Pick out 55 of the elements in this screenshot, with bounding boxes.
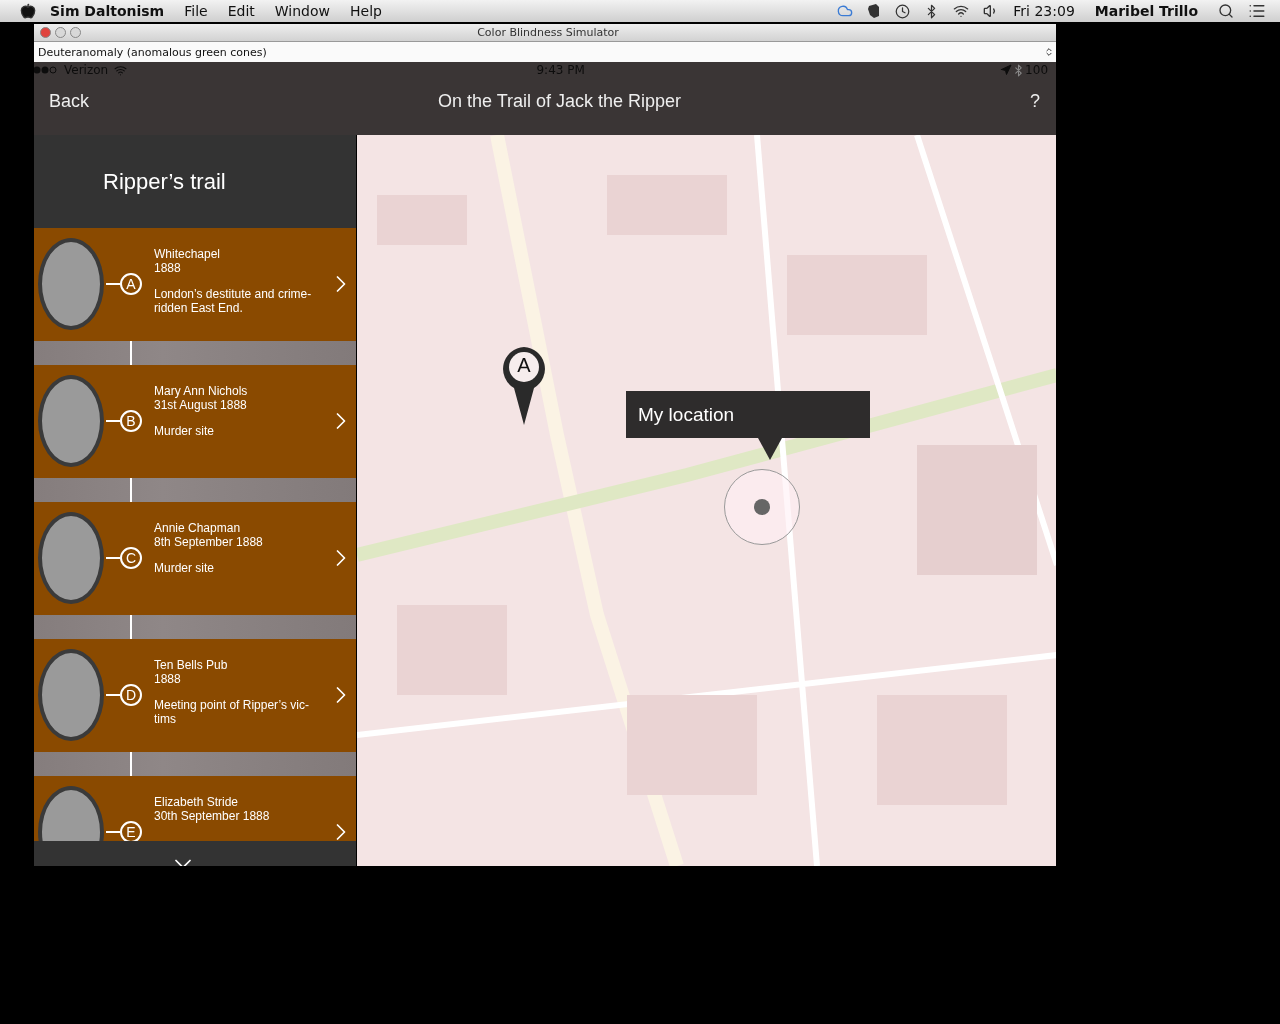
item-title: Annie Chapman: [154, 521, 242, 535]
mode-select[interactable]: Deuteranomaly (anomalous green cones): [34, 42, 1056, 62]
item-description: Murder site: [154, 561, 216, 575]
back-link[interactable]: Back: [49, 91, 90, 112]
connector-line: [106, 420, 120, 422]
item-title: Whitechapel: [154, 247, 222, 261]
item-description: Meeting point of Ripper’s vic-tims: [154, 698, 310, 726]
item-date: 8th September 1888: [154, 535, 264, 549]
trail-item[interactable]: C Annie Chapman 8th September 1888 Murder site: [34, 502, 356, 615]
close-button[interactable]: [40, 27, 51, 38]
menu-item[interactable]: File: [184, 3, 208, 19]
wifi-icon: [114, 63, 128, 77]
trail-marker: C: [120, 547, 142, 569]
connector-line: [106, 694, 120, 696]
connector-line: [106, 283, 120, 285]
connector-line: [106, 831, 120, 833]
clock-icon[interactable]: [895, 3, 911, 19]
menu-item[interactable]: Help: [350, 3, 382, 19]
trail-marker: D: [120, 684, 142, 706]
item-date: 31st August 1888: [154, 398, 248, 412]
item-title: Elizabeth Stride: [154, 795, 240, 809]
help-link[interactable]: ?: [1030, 91, 1040, 112]
wifi-icon[interactable]: [953, 3, 970, 19]
trail-item[interactable]: B Mary Ann Nichols 31st August 1888 Murder site: [34, 365, 356, 478]
item-title: Ten Bells Pub: [154, 658, 229, 672]
menu-item[interactable]: Window: [274, 3, 330, 19]
trail-marker: E: [120, 821, 142, 841]
item-date: 1888: [154, 672, 182, 686]
item-description: London’s destitute and crime-ridden East End.: [154, 287, 313, 315]
item-date: 1888: [154, 261, 182, 275]
stepper-icon: [1044, 47, 1054, 57]
minimize-button[interactable]: [55, 27, 66, 38]
list-icon[interactable]: [1248, 2, 1266, 20]
callout-pointer: [758, 438, 782, 460]
item-description: Murder site: [154, 424, 216, 438]
trail-marker: B: [120, 410, 142, 432]
item-title: Mary Ann Nichols: [154, 384, 249, 398]
zoom-button[interactable]: [70, 27, 81, 38]
item-date: 30th September 1888: [154, 809, 271, 823]
trail-item[interactable]: E Elizabeth Stride 30th September 1888: [34, 776, 356, 841]
menu-item[interactable]: Edit: [227, 3, 255, 19]
trail-marker: A: [120, 273, 142, 295]
window-title: Color Blindness Simulator: [476, 26, 620, 39]
connector-line: [106, 557, 120, 559]
app-menu[interactable]: Sim Daltonism: [50, 3, 165, 19]
trail-item[interactable]: A Whitechapel 1888 London’s destitute and crime-ridden East End.: [34, 228, 356, 341]
sidebar-title: Ripper’s trail: [103, 168, 226, 195]
location-arrow-icon: [1000, 64, 1013, 76]
cloud-icon[interactable]: [837, 3, 854, 19]
apple-icon[interactable]: [20, 3, 36, 19]
page-title: On the Trail of Jack the Ripper: [436, 91, 683, 112]
user-name[interactable]: Maribel Trillo: [1094, 3, 1198, 19]
search-icon[interactable]: [1218, 3, 1234, 19]
menubar-clock[interactable]: Fri 23:09: [1013, 3, 1075, 19]
trail-item[interactable]: D Ten Bells Pub 1888 Meeting point of Ripper’s vic-tims: [34, 639, 356, 752]
